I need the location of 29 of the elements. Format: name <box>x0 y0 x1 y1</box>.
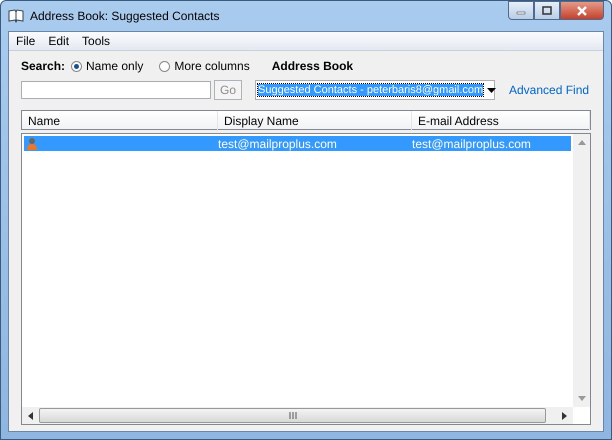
close-icon <box>576 6 588 16</box>
column-header[interactable]: Display Name <box>218 111 412 131</box>
table-cell-text: test@mailproplus.com <box>217 136 338 150</box>
radio-option[interactable]: Name only <box>71 59 144 73</box>
maximize-button[interactable] <box>534 1 560 20</box>
table-cell-text: test@mailproplus.com <box>411 136 532 150</box>
address-book-label: Address Book <box>272 59 354 73</box>
grip-icon <box>288 412 296 419</box>
contact-icon <box>26 136 38 150</box>
close-button[interactable] <box>560 1 604 20</box>
radio-option[interactable]: More columns <box>159 59 250 73</box>
book-icon <box>8 9 24 23</box>
minimize-button[interactable] <box>508 1 534 20</box>
scroll-right-icon[interactable] <box>562 412 567 420</box>
advanced-find-link[interactable]: Advanced Find <box>509 83 590 97</box>
scroll-left-icon[interactable] <box>28 412 33 420</box>
menu-item[interactable]: File <box>16 34 36 48</box>
horizontal-scrollbar[interactable] <box>22 407 573 424</box>
search-label: Search: <box>21 59 66 73</box>
maximize-icon <box>542 6 552 15</box>
column-header[interactable]: E-mail Address <box>412 111 590 131</box>
scroll-down-icon[interactable] <box>578 396 586 401</box>
search-field[interactable] <box>21 81 211 99</box>
vertical-scrollbar[interactable] <box>573 134 590 407</box>
window-title: Address Book: Suggested Contacts <box>30 9 220 23</box>
column-header[interactable]: Name <box>22 111 218 131</box>
scroll-up-icon[interactable] <box>578 140 586 145</box>
menu-item[interactable]: Edit <box>48 34 70 48</box>
menu-item[interactable]: Tools <box>82 34 110 48</box>
